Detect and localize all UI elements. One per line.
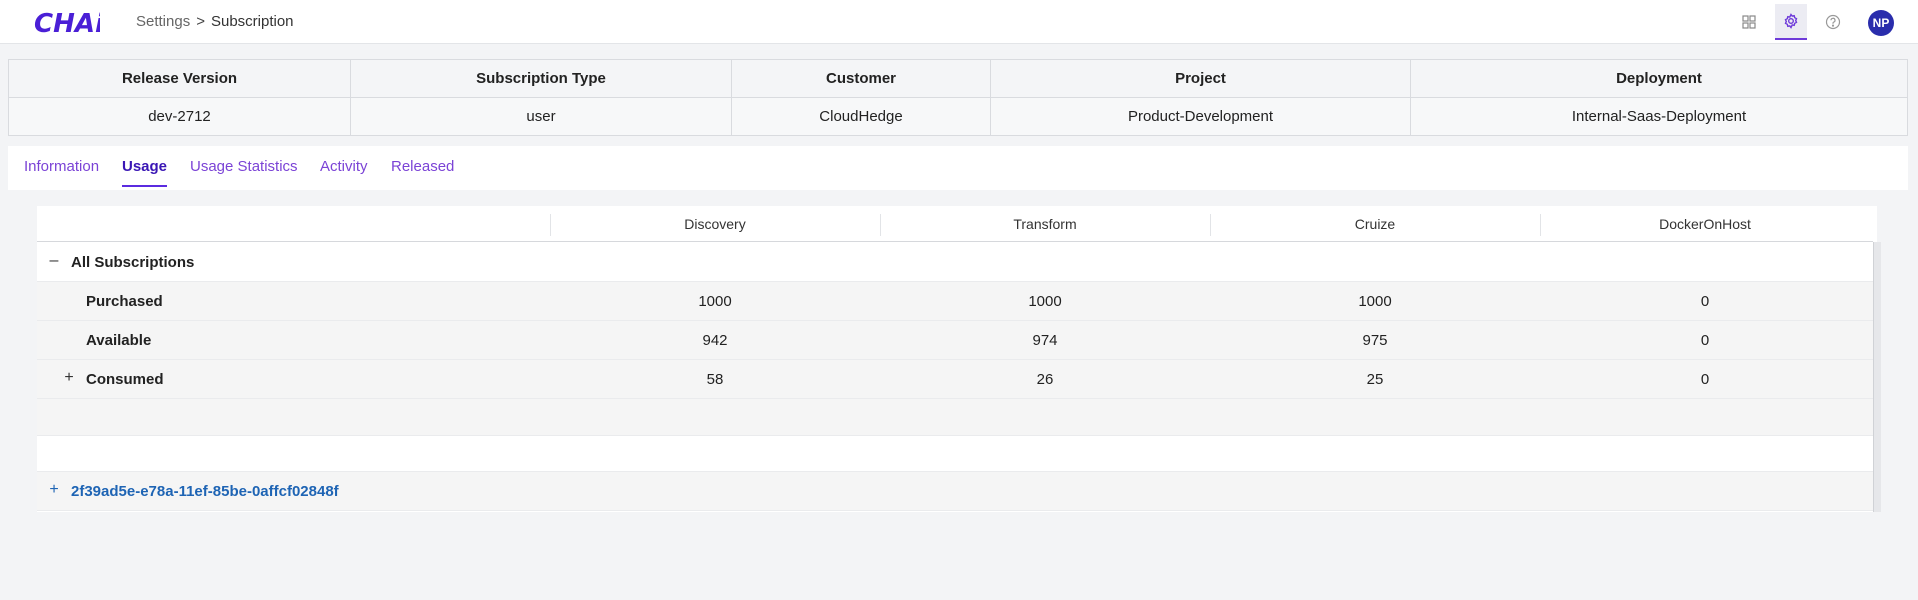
gear-icon[interactable] xyxy=(1775,4,1807,40)
available-discovery: 942 xyxy=(702,332,728,349)
chai-logo[interactable]: CHAi xyxy=(32,6,105,39)
summary-header-deployment: Deployment xyxy=(1616,70,1702,87)
consumed-transform: 26 xyxy=(1036,371,1054,388)
breadcrumb-separator: > xyxy=(196,13,205,30)
subscription-tabs: Information Usage Usage Statistics Activ… xyxy=(8,146,1908,190)
purchased-discovery: 1000 xyxy=(698,293,732,310)
breadcrumb: Settings > Subscription xyxy=(136,13,294,30)
project-value: Product-Development xyxy=(991,98,1411,135)
top-bar: CHAi Settings > Subscription NP xyxy=(0,0,1918,44)
empty-row xyxy=(37,399,1873,436)
consumed-dockeronhost: 0 xyxy=(1700,371,1710,388)
customer-value: CloudHedge xyxy=(732,98,991,135)
row-label-consumed: Consumed xyxy=(86,371,164,388)
user-avatar[interactable]: NP xyxy=(1868,10,1894,36)
tab-usage[interactable]: Usage xyxy=(122,158,168,187)
breadcrumb-settings-link[interactable]: Settings xyxy=(136,13,190,30)
subscription-id-link[interactable]: 2f39ad5e-e78a-11ef-85be-0affcf02848f xyxy=(71,483,339,500)
summary-header-release-version: Release Version xyxy=(9,60,351,97)
breadcrumb-current: Subscription xyxy=(210,13,294,30)
group-label: All Subscriptions xyxy=(71,254,195,271)
usage-grid-header: Discovery Transform Cruize DockerOnHost xyxy=(37,206,1873,242)
subscription-summary-table: Release Version Subscription Type Custom… xyxy=(8,59,1908,136)
collapse-toggle-icon[interactable]: – xyxy=(47,252,61,270)
summary-header-row: Release Version Subscription Type Custom… xyxy=(9,60,1907,98)
row-label-available: Available xyxy=(86,332,152,349)
available-transform: 974 xyxy=(1032,332,1058,349)
summary-value-row: dev-2712 user CloudHedge Product-Develop… xyxy=(9,98,1907,135)
available-cruize: 975 xyxy=(1362,332,1388,349)
grid-icon[interactable] xyxy=(1733,4,1765,40)
vertical-scrollbar[interactable] xyxy=(1873,242,1881,512)
purchased-dockeronhost: 0 xyxy=(1700,293,1710,310)
purchased-transform: 1000 xyxy=(1028,293,1062,310)
deployment-value: Internal-Saas-Deployment xyxy=(1571,108,1747,125)
column-header-transform[interactable]: Transform xyxy=(880,206,1210,242)
group-row-all-subscriptions[interactable]: – All Subscriptions xyxy=(37,243,1873,282)
available-dockeronhost: 0 xyxy=(1700,332,1710,349)
release-version-value: dev-2712 xyxy=(9,98,351,135)
svg-text:CHAi: CHAi xyxy=(34,9,100,38)
tab-released[interactable]: Released xyxy=(391,158,454,185)
empty-row xyxy=(37,436,1873,472)
tab-activity[interactable]: Activity xyxy=(320,158,368,185)
table-row-consumed[interactable]: + Consumed 58 26 25 0 xyxy=(37,360,1873,399)
purchased-cruize: 1000 xyxy=(1358,293,1392,310)
table-row-available: Available 942 974 975 0 xyxy=(37,321,1873,360)
summary-header-subscription-type: Subscription Type xyxy=(351,60,732,97)
usage-grid: Discovery Transform Cruize DockerOnHost … xyxy=(37,206,1881,512)
summary-header-customer: Customer xyxy=(732,60,991,97)
help-icon[interactable] xyxy=(1817,4,1849,40)
column-header-cruize[interactable]: Cruize xyxy=(1210,206,1540,242)
subscription-type-value: user xyxy=(351,98,732,135)
expand-toggle-icon[interactable]: + xyxy=(62,369,76,387)
group-row-subscription-id[interactable]: + 2f39ad5e-e78a-11ef-85be-0affcf02848f xyxy=(37,472,1873,511)
row-label-purchased: Purchased xyxy=(86,293,163,310)
column-header-dockeronhost[interactable]: DockerOnHost xyxy=(1540,206,1870,242)
summary-header-project: Project xyxy=(991,60,1411,97)
expand-toggle-icon[interactable]: + xyxy=(47,481,61,499)
tab-information[interactable]: Information xyxy=(24,158,99,185)
consumed-discovery: 58 xyxy=(706,371,724,388)
table-row-purchased: Purchased 1000 1000 1000 0 xyxy=(37,282,1873,321)
tab-usage-statistics[interactable]: Usage Statistics xyxy=(190,158,298,185)
consumed-cruize: 25 xyxy=(1366,371,1384,388)
column-header-discovery[interactable]: Discovery xyxy=(550,206,880,242)
